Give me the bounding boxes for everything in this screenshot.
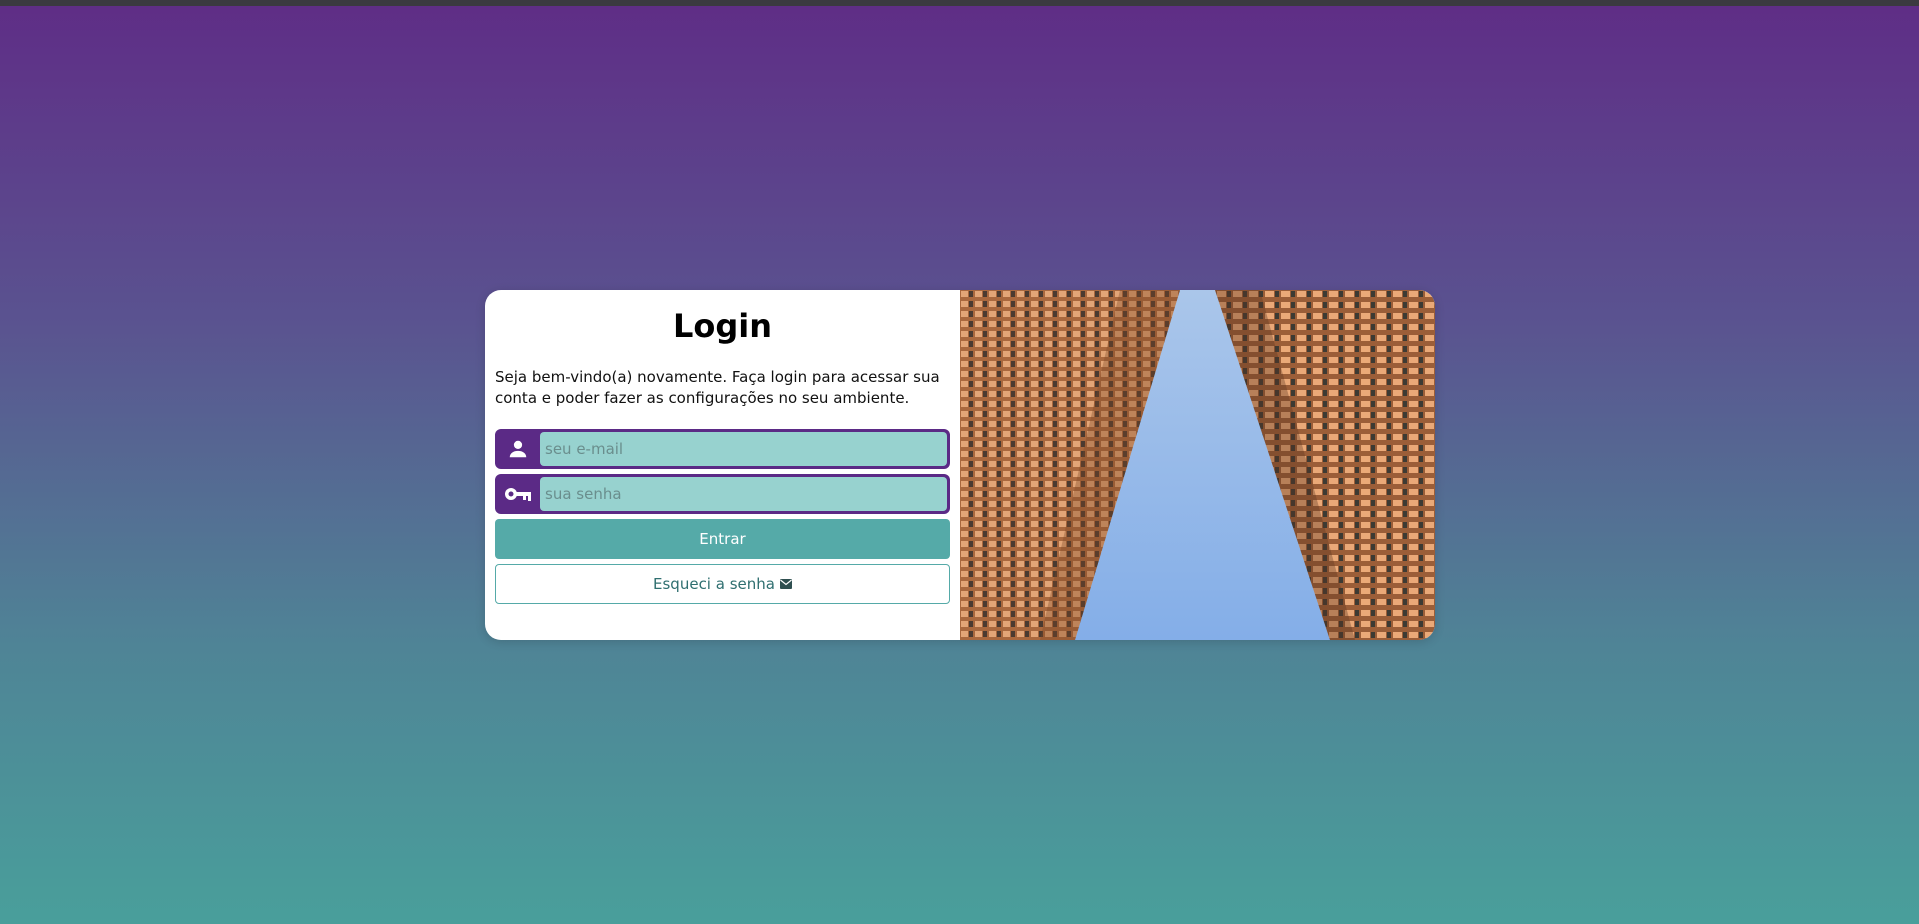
top-strip xyxy=(0,0,1919,6)
login-form-panel: Login Seja bem-vindo(a) novamente. Faça … xyxy=(485,290,960,640)
password-input[interactable] xyxy=(540,477,947,511)
forgot-password-label: Esqueci a senha xyxy=(653,575,775,593)
user-icon xyxy=(495,432,540,466)
login-button[interactable]: Entrar xyxy=(495,519,950,559)
envelope-icon xyxy=(779,575,792,593)
email-field-group xyxy=(495,429,950,469)
forgot-password-button[interactable]: Esqueci a senha xyxy=(495,564,950,604)
skyscrapers-image xyxy=(960,290,1435,640)
page-title: Login xyxy=(672,307,773,345)
welcome-description: Seja bem-vindo(a) novamente. Faça login … xyxy=(495,368,940,407)
password-field-group xyxy=(495,474,950,514)
login-card: Login Seja bem-vindo(a) novamente. Faça … xyxy=(485,290,1435,640)
key-icon xyxy=(495,477,540,511)
building-photo xyxy=(960,290,1435,640)
email-input[interactable] xyxy=(540,432,947,466)
